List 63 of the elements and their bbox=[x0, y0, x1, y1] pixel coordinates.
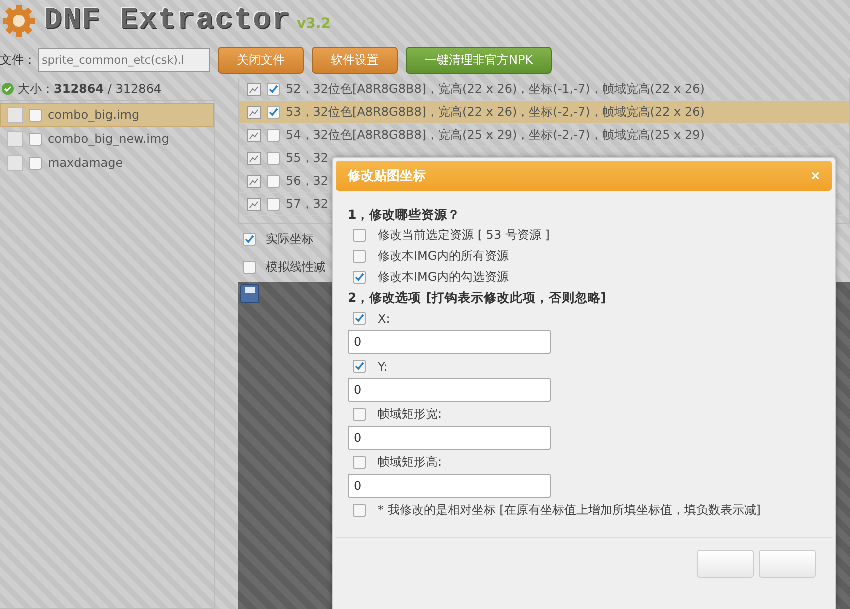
file-item[interactable]: maxdamage bbox=[0, 151, 214, 175]
image-icon bbox=[247, 82, 261, 96]
option-label: 实际坐标 bbox=[266, 230, 314, 248]
field-label: 帧域矩形高: bbox=[378, 454, 442, 471]
option-label: 修改本IMG内的所有资源 bbox=[378, 248, 510, 265]
input-field[interactable]: 0 bbox=[348, 474, 551, 498]
checkbox[interactable] bbox=[243, 232, 256, 246]
input-field[interactable]: 0 bbox=[348, 378, 551, 402]
checkbox[interactable] bbox=[353, 456, 366, 469]
checkbox[interactable] bbox=[353, 360, 366, 373]
field-label: X: bbox=[378, 312, 390, 326]
checkbox[interactable] bbox=[267, 128, 280, 142]
toolbar-button[interactable]: 关闭文件 bbox=[218, 46, 304, 74]
input-field[interactable]: 0 bbox=[348, 426, 551, 450]
section-heading: 1，修改哪些资源？ bbox=[348, 206, 462, 224]
frame-item[interactable]: 54，32位色[A8R8G8B8]，宽高(25 x 29)，坐标(-2,-7)，帧域宽高(25 x 29) bbox=[239, 124, 849, 147]
checkbox[interactable] bbox=[267, 198, 280, 210]
field-label: Y: bbox=[378, 360, 388, 374]
checkbox[interactable] bbox=[353, 229, 366, 242]
option-label: 模拟线性减 bbox=[266, 258, 326, 276]
size-info: 大小：312864 / 312864 bbox=[18, 80, 162, 98]
dialog-button[interactable] bbox=[697, 550, 754, 578]
image-icon bbox=[247, 128, 261, 142]
file-label: 文件： bbox=[0, 52, 36, 68]
dialog-title: 修改贴图坐标 bbox=[348, 168, 426, 185]
file-path-field[interactable]: sprite_common_etc(csk).l bbox=[38, 48, 210, 72]
version-label: v3.2 bbox=[297, 16, 331, 32]
app-title: DNF Extractor bbox=[44, 4, 292, 38]
checkbox[interactable] bbox=[353, 312, 366, 325]
checkbox[interactable] bbox=[243, 260, 256, 274]
checkbox[interactable] bbox=[353, 504, 366, 517]
checkbox[interactable] bbox=[353, 271, 366, 284]
checkbox[interactable] bbox=[267, 106, 280, 118]
checkbox[interactable] bbox=[29, 132, 42, 146]
file-icon bbox=[7, 131, 23, 147]
file-item[interactable]: combo_big_new.img bbox=[0, 127, 214, 151]
file-icon bbox=[7, 107, 23, 123]
checkbox[interactable] bbox=[267, 174, 280, 188]
file-icon bbox=[7, 155, 23, 171]
save-icon bbox=[240, 284, 260, 304]
check-circle-icon bbox=[2, 83, 14, 95]
checkbox[interactable] bbox=[29, 156, 42, 170]
checkbox[interactable] bbox=[353, 408, 366, 421]
checkbox[interactable] bbox=[29, 108, 42, 122]
option-label: * 我修改的是相对坐标 [在原有坐标值上增加所填坐标值，填负数表示减] bbox=[378, 502, 761, 519]
section-heading: 2，修改选项 [打钩表示修改此项，否则忽略] bbox=[348, 288, 608, 306]
checkbox[interactable] bbox=[267, 152, 280, 164]
image-icon bbox=[247, 198, 261, 210]
checkbox[interactable] bbox=[267, 82, 280, 96]
frame-item[interactable]: 53，32位色[A8R8G8B8]，宽高(22 x 26)，坐标(-2,-7)，帧域宽高(22 x 26) bbox=[239, 101, 849, 124]
toolbar-button[interactable]: 软件设置 bbox=[312, 46, 398, 74]
toolbar-button[interactable]: 一键清理非官方NPK bbox=[406, 46, 552, 74]
dialog-button[interactable] bbox=[759, 550, 816, 578]
image-icon bbox=[247, 174, 261, 188]
field-label: 帧域矩形宽: bbox=[378, 406, 442, 423]
option-label: 修改当前选定资源 [ 53 号资源 ] bbox=[378, 227, 550, 244]
checkbox[interactable] bbox=[353, 250, 366, 263]
input-field[interactable]: 0 bbox=[348, 330, 551, 354]
option-label: 修改本IMG内的勾选资源 bbox=[378, 269, 510, 286]
image-icon bbox=[247, 106, 261, 118]
gear-icon bbox=[2, 4, 36, 38]
image-icon bbox=[247, 152, 261, 164]
file-item[interactable]: combo_big.img bbox=[0, 103, 214, 127]
